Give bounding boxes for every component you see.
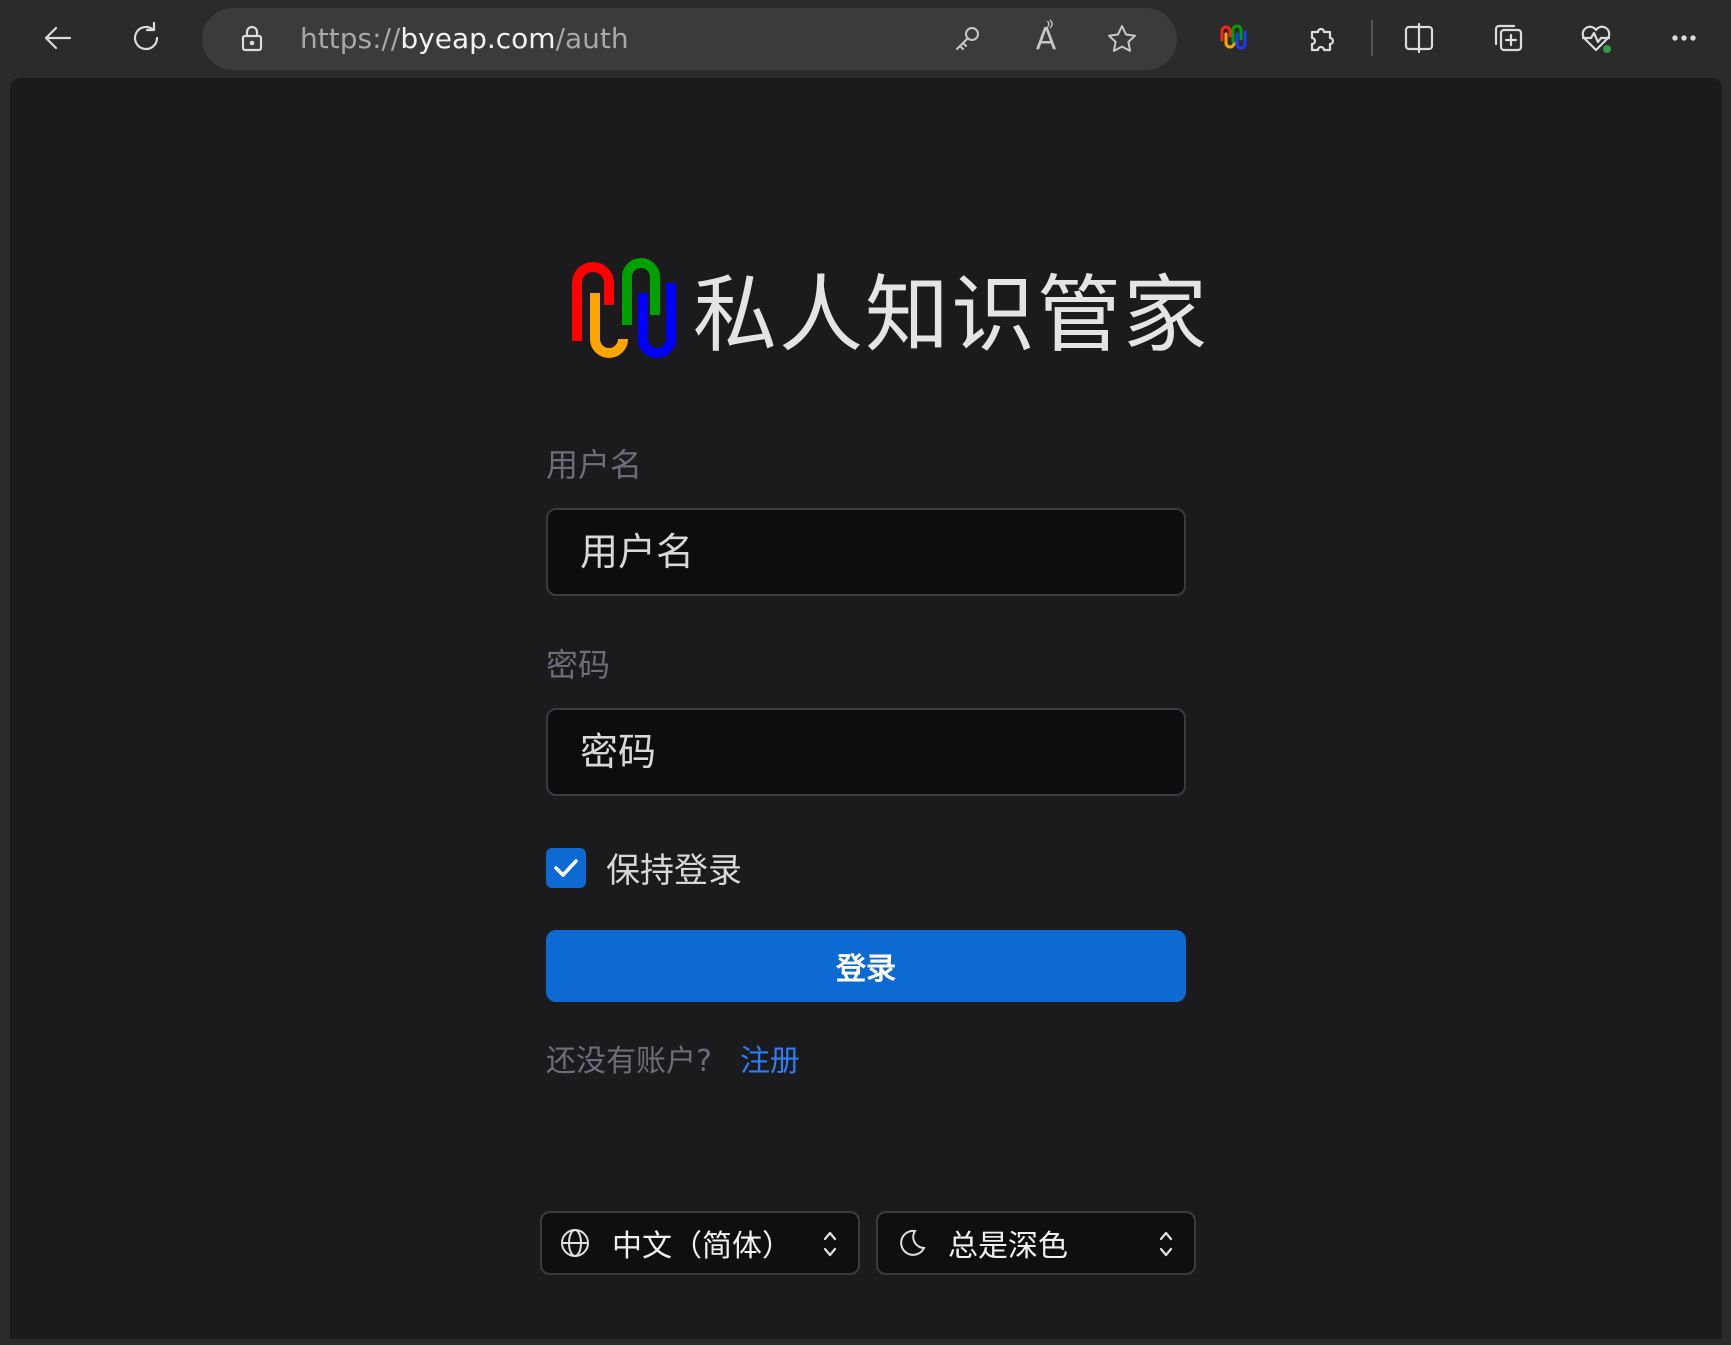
checkmark-icon: [554, 858, 578, 877]
split-screen-button[interactable]: [1391, 10, 1447, 66]
split-screen-icon: [1404, 22, 1434, 54]
username-label: 用户名: [546, 446, 643, 484]
url-text[interactable]: https://byeap.com/auth: [300, 20, 629, 58]
toolbar-divider: [1371, 20, 1373, 56]
theme-value: 总是深色: [948, 1229, 1068, 1264]
browser-health-button[interactable]: [1568, 10, 1624, 66]
extensions-button[interactable]: [1294, 10, 1350, 66]
back-arrow-icon: [44, 26, 72, 50]
signup-row: 还没有账户? 注册: [546, 1036, 800, 1080]
heart-pulse-icon: [1581, 25, 1611, 53]
more-options-button[interactable]: [1656, 10, 1712, 66]
globe-icon: [558, 1226, 592, 1260]
chevron-updown-icon: [820, 1227, 840, 1261]
refresh-icon: [133, 21, 159, 51]
browser-toolbar: https://byeap.com/auth A: [0, 0, 1731, 78]
signup-question: 还没有账户?: [546, 1044, 712, 1079]
page-content: 私人知识管家 用户名 密码 保持登录 登录 还没有账户? 注册 中文（简体） 总…: [10, 78, 1722, 1339]
puzzle-icon: [1310, 27, 1335, 52]
favorite-star-icon[interactable]: [1104, 21, 1140, 57]
lock-icon: [234, 21, 270, 57]
collections-button[interactable]: [1480, 10, 1536, 66]
moon-icon: [894, 1226, 928, 1260]
read-aloud-icon[interactable]: A: [1028, 19, 1064, 57]
theme-select[interactable]: 总是深色: [876, 1211, 1196, 1275]
back-button[interactable]: [30, 10, 86, 66]
language-select[interactable]: 中文（简体）: [540, 1211, 860, 1275]
app-logo-icon: [572, 258, 676, 358]
remember-me-row[interactable]: 保持登录: [546, 843, 742, 892]
password-key-icon[interactable]: [950, 21, 986, 57]
extension-logo-button[interactable]: [1206, 10, 1262, 66]
signup-link[interactable]: 注册: [740, 1036, 800, 1080]
more-dots-icon: [1672, 35, 1696, 41]
url-host: byeap.com: [400, 22, 556, 55]
remember-me-label: 保持登录: [606, 851, 742, 891]
app-logo-icon: [1220, 24, 1247, 50]
url-path: /auth: [555, 22, 629, 55]
password-input[interactable]: [546, 708, 1186, 796]
collections-icon: [1494, 24, 1523, 52]
address-bar[interactable]: https://byeap.com/auth A: [202, 8, 1177, 70]
brand-header: 私人知识管家: [565, 253, 1209, 364]
username-input[interactable]: [546, 508, 1186, 596]
chevron-updown-icon: [1156, 1227, 1176, 1261]
remember-me-checkbox[interactable]: [546, 847, 586, 888]
login-button[interactable]: 登录: [546, 930, 1186, 1002]
url-scheme: https://: [300, 22, 401, 55]
password-label: 密码: [546, 646, 611, 684]
app-title: 私人知识管家: [693, 265, 1210, 364]
refresh-button[interactable]: [118, 10, 174, 66]
language-value: 中文（简体）: [612, 1229, 792, 1264]
